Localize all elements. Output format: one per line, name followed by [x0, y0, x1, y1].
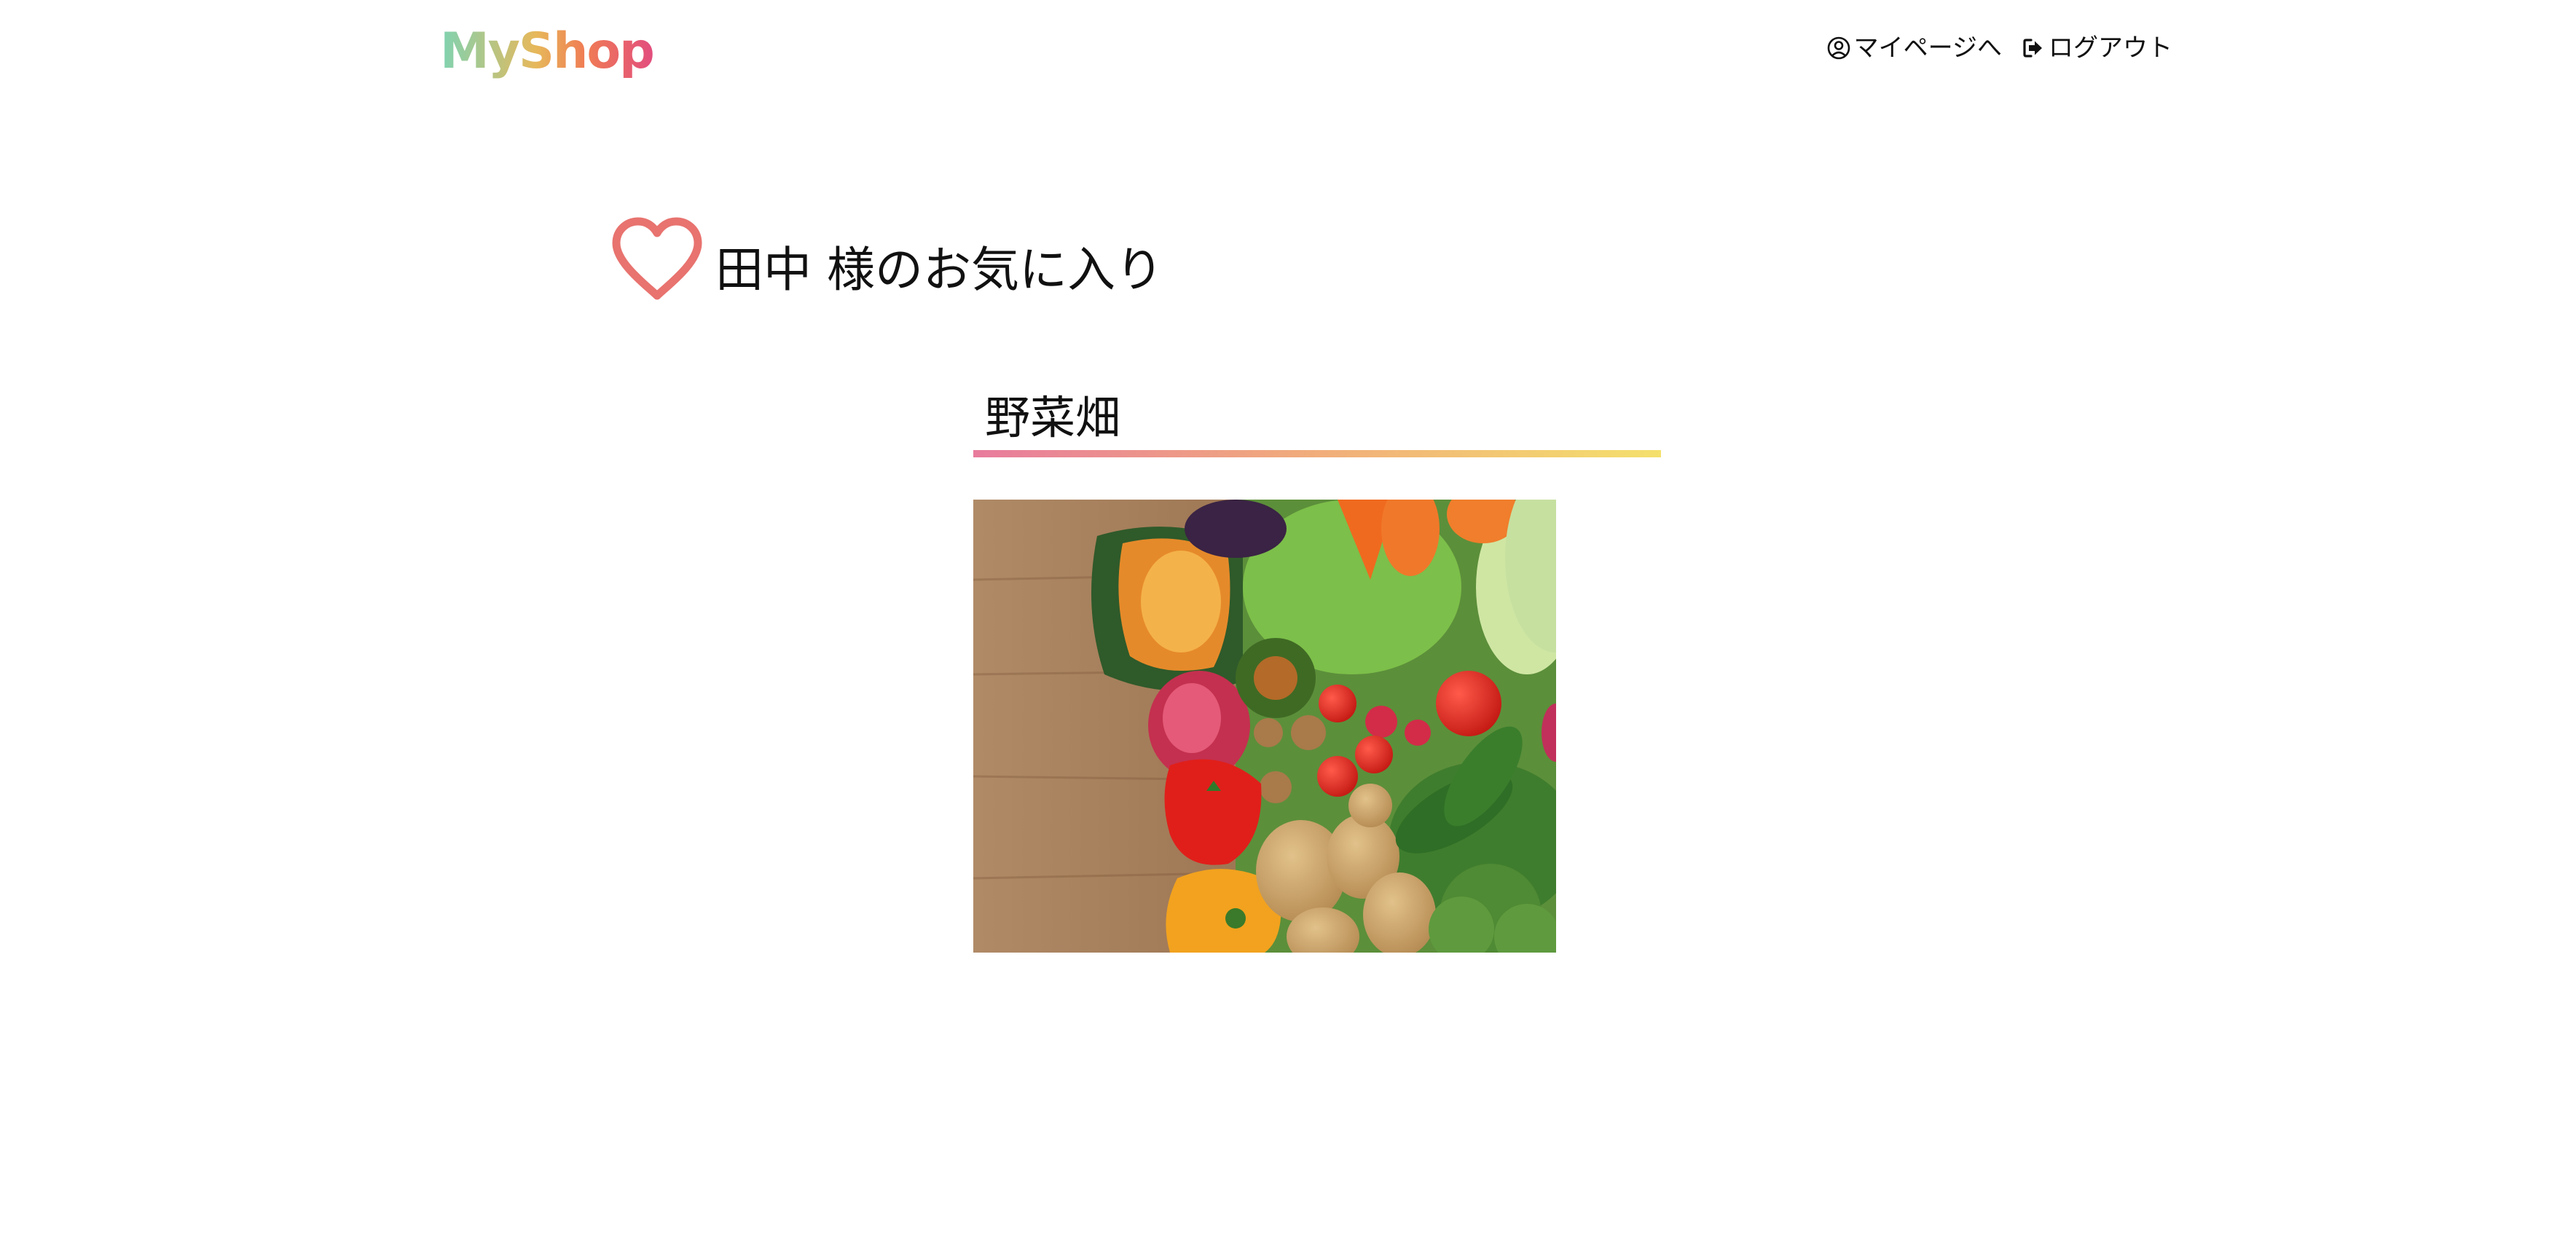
sign-out-icon [2023, 39, 2042, 58]
logo[interactable]: MyShop [440, 19, 655, 84]
page: MyShop マイページへ ログアウト 田中 様のお気に入り 野菜畑 [0, 0, 2576, 1257]
favorite-item-name[interactable]: 野菜畑 [973, 387, 1661, 449]
heart-outline-icon [612, 217, 702, 300]
logout-label: ログアウト [2049, 34, 2172, 63]
favorite-item: 野菜畑 [973, 387, 1661, 953]
mypage-label: マイページへ [1853, 34, 2002, 63]
mypage-link[interactable]: マイページへ [1826, 31, 2002, 66]
header-nav: マイページへ ログアウト [1826, 31, 2172, 66]
logout-link[interactable]: ログアウト [2021, 31, 2172, 66]
title-row: 田中 様のお気に入り [609, 216, 1163, 303]
user-circle-icon [1827, 36, 1850, 60]
vegetables-image[interactable] [973, 500, 1556, 953]
item-name-underline [973, 450, 1661, 457]
page-title: 田中 様のお気に入り [715, 242, 1163, 298]
